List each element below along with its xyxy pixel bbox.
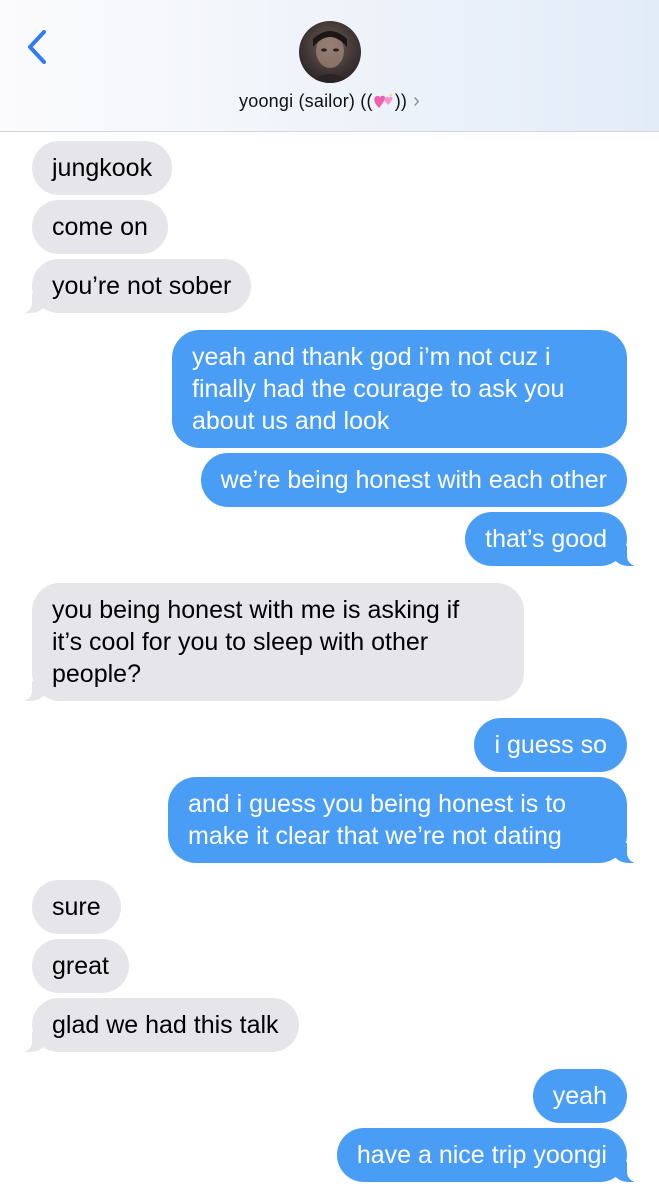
message-thread: jungkook come on you’re not sober yeah a… xyxy=(0,131,659,1200)
message-bubble-incoming[interactable]: come on xyxy=(32,200,168,254)
chevron-left-icon[interactable] xyxy=(22,26,56,68)
message-bubble-outgoing[interactable]: i guess so xyxy=(474,718,627,772)
message-bubble-outgoing[interactable]: have a nice trip yoongi xyxy=(336,1128,654,1182)
message-bubble-incoming[interactable]: sure xyxy=(32,880,121,934)
message-bubble-outgoing[interactable]: yeah xyxy=(532,1069,627,1123)
message-bubble-incoming[interactable]: you’re not sober xyxy=(5,259,252,313)
message-bubble-outgoing[interactable]: and i guess you being honest is to make … xyxy=(168,777,653,863)
chevron-right-icon: › xyxy=(413,90,420,112)
two-hearts-icon xyxy=(373,93,393,108)
message-bubble-outgoing[interactable]: that’s good xyxy=(465,512,653,566)
message-bubble-incoming[interactable]: jungkook xyxy=(32,141,173,195)
message-bubble-incoming[interactable]: great xyxy=(32,939,129,993)
message-bubble-outgoing[interactable]: we’re being honest with each other xyxy=(200,453,627,507)
contact-name-button[interactable]: yoongi (sailor) (( )) › xyxy=(0,90,659,113)
message-bubble-incoming[interactable]: you being honest with me is asking if it… xyxy=(6,583,524,701)
conversation-header: yoongi (sailor) (( )) › xyxy=(0,0,659,132)
contact-name-prefix: yoongi (sailor) (( xyxy=(239,91,373,111)
contact-avatar[interactable] xyxy=(299,21,361,83)
message-bubble-outgoing[interactable]: yeah and thank god i’m not cuz i finally… xyxy=(172,330,627,448)
message-bubble-incoming[interactable]: glad we had this talk xyxy=(6,998,299,1052)
contact-name-suffix: )) xyxy=(394,91,408,111)
